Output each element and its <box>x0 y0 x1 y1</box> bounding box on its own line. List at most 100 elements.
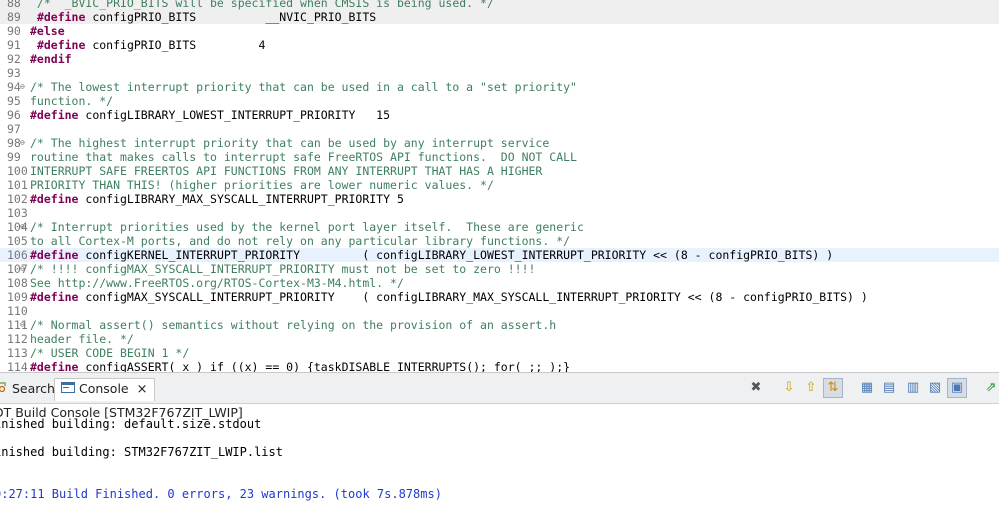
keyword: #define <box>30 248 79 262</box>
code-line[interactable]: 106 #define configKERNEL_INTERRUPT_PRIORI… <box>0 248 999 262</box>
comment: function. */ <box>30 94 114 108</box>
code-line[interactable]: 89 #define configPRIO_BITS __NVIC_PRIO_B… <box>0 10 999 24</box>
code-line[interactable]: 114 #define configASSERT( x ) if ((x) == … <box>0 360 999 372</box>
code-text: /* _BVIC_PRIO_BITS will be specified whe… <box>30 0 494 10</box>
code-line[interactable]: 97 <box>0 122 999 136</box>
code-text: #define configASSERT( x ) if ((x) == 0) … <box>30 360 570 372</box>
line-number: 102 <box>7 192 28 206</box>
link-icon[interactable]: ⇅ <box>823 378 843 398</box>
code-line[interactable]: 94 ⊖/* The lowest interrupt priority that… <box>0 80 999 94</box>
comment: /* Normal assert() semantics without rel… <box>30 318 557 332</box>
console-output-line: inished building: STM32F767ZIT_LWIP.list <box>0 445 283 459</box>
line-number: 89 <box>7 10 21 24</box>
comment: /* USER CODE BEGIN 1 */ <box>30 346 190 360</box>
code-line[interactable]: 105 to all Cortex-M ports, and do not rel… <box>0 234 999 248</box>
code-editor[interactable]: 88 /* _BVIC_PRIO_BITS will be specified … <box>0 0 999 372</box>
code-text: to all Cortex-M ports, and do not rely o… <box>30 234 570 248</box>
code-line[interactable]: 111 ⊖/* Normal assert() semantics without… <box>0 318 999 332</box>
line-number: 101 <box>7 178 28 192</box>
keyword: #define <box>36 38 86 52</box>
code-line[interactable]: 102 #define configLIBRARY_MAX_SYSCALL_INT… <box>0 192 999 206</box>
code-text: /* !!!! configMAX_SYSCALL_INTERRUPT_PRIO… <box>30 262 535 276</box>
panel-tab-bar: Search Console × ✖ ⇩ ⇧ ⇅ ▦ ▤ ▥ ▧ ▣ ⇗ <box>0 373 999 404</box>
code-text: PRIORITY THAN THIS! (higher priorities a… <box>30 178 494 192</box>
keyword: #define <box>30 108 79 122</box>
scroll-up-icon[interactable]: ⇧ <box>802 379 820 397</box>
comment: routine that makes calls to interrupt sa… <box>30 150 577 164</box>
line-number: 92 <box>7 52 21 66</box>
tab-search-label: Search <box>11 381 55 396</box>
line-number: 109 <box>7 290 28 304</box>
code-text: header file. */ <box>30 332 134 346</box>
pin-console-icon[interactable]: ▦ <box>858 379 876 397</box>
keyword: #else <box>30 24 65 38</box>
remove-launch-icon[interactable]: ✖ <box>747 379 765 397</box>
new-console-icon[interactable]: ▤ <box>880 379 898 397</box>
comment: See http://www.FreeRTOS.org/RTOS-Cortex-… <box>30 276 404 290</box>
code-text: /* The highest interrupt priority that c… <box>30 136 549 150</box>
keyword: #define <box>30 360 79 372</box>
code-line[interactable]: 112 header file. */ <box>0 332 999 346</box>
code-line[interactable]: 109 #define configMAX_SYSCALL_INTERRUPT_P… <box>0 290 999 304</box>
code-text: #define configPRIO_BITS __NVIC_PRIO_BITS <box>30 10 376 24</box>
comment: /* The lowest interrupt priority that ca… <box>30 80 577 94</box>
line-number: 103 <box>7 206 28 220</box>
code-text: #define configKERNEL_INTERRUPT_PRIORITY … <box>30 248 833 262</box>
fold-toggle-icon[interactable]: ⊖ <box>20 220 25 234</box>
comment: header file. */ <box>30 332 134 346</box>
keyword: #endif <box>30 52 72 66</box>
line-number: 90 <box>7 24 21 38</box>
line-number: 96 <box>7 108 21 122</box>
code-line[interactable]: 98 ⊖/* The highest interrupt priority tha… <box>0 136 999 150</box>
comment: INTERRUPT SAFE FREERTOS API FUNCTIONS FR… <box>30 164 543 178</box>
tab-console-label: Console <box>78 381 129 396</box>
code-token: configPRIO_BITS 4 <box>85 38 266 52</box>
code-line[interactable]: 99 routine that makes calls to interrupt … <box>0 150 999 164</box>
code-line[interactable]: 88 /* _BVIC_PRIO_BITS will be specified … <box>0 0 999 10</box>
code-line[interactable]: 90 #else <box>0 24 999 38</box>
line-number: 112 <box>7 332 28 346</box>
fold-toggle-icon[interactable]: ⊖ <box>20 318 25 332</box>
code-line[interactable]: 107 ⊖/* !!!! configMAX_SYSCALL_INTERRUPT_… <box>0 262 999 276</box>
fold-toggle-icon[interactable]: ⊖ <box>20 136 25 150</box>
tab-console[interactable]: Console × <box>54 378 155 401</box>
code-text: function. */ <box>30 94 113 108</box>
line-number: 113 <box>7 346 28 360</box>
line-number: 91 <box>7 38 21 52</box>
line-number: 100 <box>7 164 28 178</box>
tab-search[interactable]: Search <box>0 379 55 399</box>
fold-toggle-icon[interactable]: ⊖ <box>20 80 25 94</box>
code-line[interactable]: 104 ⊖/* Interrupt priorities used by the … <box>0 220 999 234</box>
console-icon <box>61 380 75 400</box>
comment: PRIORITY THAN THIS! (higher priorities a… <box>30 178 494 192</box>
code-line[interactable]: 101 PRIORITY THAN THIS! (higher prioritie… <box>0 178 999 192</box>
keyword: #define <box>30 192 79 206</box>
code-line[interactable]: 113/* USER CODE BEGIN 1 */ <box>0 346 999 360</box>
code-line[interactable]: 103 <box>0 206 999 220</box>
code-text: See http://www.FreeRTOS.org/RTOS-Cortex-… <box>30 276 404 290</box>
code-text: #define configLIBRARY_MAX_SYSCALL_INTERR… <box>30 192 404 206</box>
keyword: #define <box>36 10 86 24</box>
fold-toggle-icon[interactable]: ⊖ <box>20 262 25 276</box>
line-number: 95 <box>7 94 21 108</box>
code-token: configKERNEL_INTERRUPT_PRIORITY ( config… <box>78 248 834 262</box>
display-selected-console-icon[interactable]: ▣ <box>947 378 967 398</box>
code-line[interactable]: 92 #endif <box>0 52 999 66</box>
code-line[interactable]: 95 function. */ <box>0 94 999 108</box>
open-console-icon[interactable]: ⇗ <box>982 379 999 397</box>
scroll-down-icon[interactable]: ⇩ <box>780 379 798 397</box>
line-number: 108 <box>7 276 28 290</box>
code-line[interactable]: 91 #define configPRIO_BITS 4 <box>0 38 999 52</box>
word-wrap-icon[interactable]: ▥ <box>904 379 922 397</box>
code-line[interactable]: 110 <box>0 304 999 318</box>
code-line[interactable]: 100 INTERRUPT SAFE FREERTOS API FUNCTIONS… <box>0 164 999 178</box>
code-line[interactable]: 96 #define configLIBRARY_LOWEST_INTERRUPT… <box>0 108 999 122</box>
scroll-lock-icon[interactable]: ▧ <box>926 379 944 397</box>
search-icon <box>0 380 8 400</box>
console-output-line: inished building: default.size.stdout <box>0 417 262 431</box>
close-icon[interactable]: × <box>137 382 148 397</box>
code-line[interactable]: 93 <box>0 66 999 80</box>
comment: /* The highest interrupt priority that c… <box>30 136 550 150</box>
code-line[interactable]: 108 See http://www.FreeRTOS.org/RTOS-Cort… <box>0 276 999 290</box>
